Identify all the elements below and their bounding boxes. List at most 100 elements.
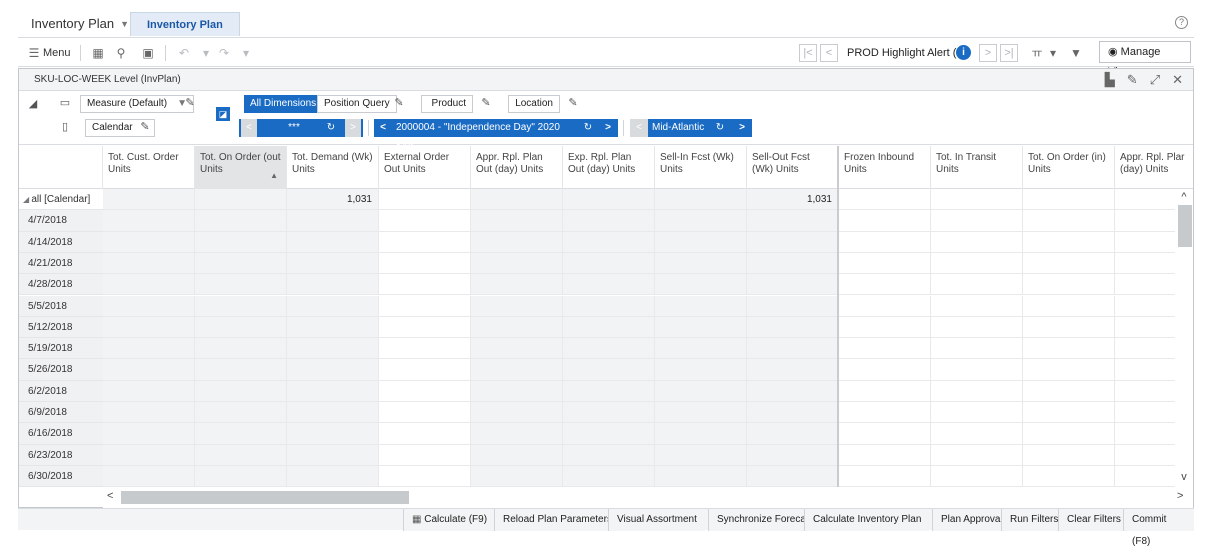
grid-cell[interactable]: [1023, 338, 1115, 360]
column-header[interactable]: Sell-Out Fcst (Wk) Units: [747, 146, 839, 189]
collapse-triangle-icon[interactable]: ◢: [25, 96, 41, 112]
grid-cell[interactable]: [655, 295, 747, 317]
location-edit-icon[interactable]: ✎: [565, 95, 581, 111]
grid-cell[interactable]: [471, 231, 563, 253]
edit-icon[interactable]: ✎: [1127, 72, 1138, 88]
grid-cell[interactable]: [195, 380, 287, 402]
vertical-scrollbar[interactable]: ^ v: [1175, 189, 1193, 487]
location-chip[interactable]: Location: [508, 95, 560, 113]
calendar-reset-icon[interactable]: ↻: [323, 119, 339, 137]
grid-cell[interactable]: [471, 295, 563, 317]
grid-cell[interactable]: [103, 316, 195, 339]
grid-cell[interactable]: [655, 316, 747, 339]
grid-cell[interactable]: [931, 380, 1023, 402]
grid-cell[interactable]: [471, 210, 563, 232]
redo-icon[interactable]: ↷: [216, 45, 232, 61]
grid-cell[interactable]: [931, 252, 1023, 275]
scroll-up-icon[interactable]: ^: [1178, 191, 1190, 203]
grid-cell[interactable]: [747, 274, 839, 296]
column-header[interactable]: Exp. Rpl. Plan Out (day) Units: [563, 146, 655, 189]
product-edit-icon[interactable]: ✎: [478, 95, 494, 111]
grid-cell[interactable]: [1023, 444, 1115, 466]
grid-cell[interactable]: [195, 359, 287, 381]
grid-cell[interactable]: [379, 231, 471, 253]
grid-cell[interactable]: [563, 423, 655, 445]
action-button-commit-f8[interactable]: Commit (F8): [1123, 509, 1194, 547]
last-alert-icon[interactable]: >|: [1000, 44, 1018, 62]
grid-cell[interactable]: [471, 189, 563, 211]
grid-cell[interactable]: [287, 444, 379, 466]
grid-cell[interactable]: [747, 359, 839, 381]
grid-cell[interactable]: [195, 231, 287, 253]
measure-panel-icon[interactable]: ▭: [57, 95, 73, 111]
grid-cell[interactable]: [563, 380, 655, 402]
product-prev-icon[interactable]: <: [374, 119, 392, 137]
grid-cell[interactable]: [471, 465, 563, 487]
scroll-left-icon[interactable]: <: [107, 490, 113, 502]
grid-cell[interactable]: [655, 231, 747, 253]
action-button-reload-plan-parameters[interactable]: Reload Plan Parameters: [494, 509, 620, 531]
product-reset-icon[interactable]: ↻: [580, 119, 596, 137]
grid-cell[interactable]: [471, 252, 563, 275]
grid-cell[interactable]: [1023, 210, 1115, 232]
grid-cell[interactable]: [103, 189, 195, 211]
grid-cell[interactable]: [563, 274, 655, 296]
product-next-icon[interactable]: >: [600, 119, 616, 137]
product-chip[interactable]: Product: [421, 95, 473, 113]
calendar-next-icon[interactable]: >: [345, 119, 361, 137]
grid-cell[interactable]: [747, 210, 839, 232]
grid-cell[interactable]: [287, 423, 379, 445]
grid-cell[interactable]: [379, 465, 471, 487]
grid-cell[interactable]: [103, 210, 195, 232]
grid-cell[interactable]: [931, 444, 1023, 466]
grid-cell[interactable]: [931, 274, 1023, 296]
manage-views-button[interactable]: ◉ Manage Views: [1099, 41, 1191, 78]
row-label-all-calendar[interactable]: ◢ all [Calendar]: [19, 189, 103, 211]
grid-cell[interactable]: [563, 465, 655, 487]
first-alert-icon[interactable]: |<: [799, 44, 817, 62]
grid-cell[interactable]: [747, 402, 839, 424]
row-label-week[interactable]: 4/21/2018: [19, 252, 103, 275]
grid-cell[interactable]: [563, 252, 655, 275]
grid-cell[interactable]: [195, 402, 287, 424]
grid-cell[interactable]: [839, 274, 931, 296]
grid-cell[interactable]: [471, 338, 563, 360]
row-label-week[interactable]: 5/19/2018: [19, 338, 103, 360]
grid-cell[interactable]: [747, 380, 839, 402]
grid-cell[interactable]: [839, 189, 931, 211]
grid-cell[interactable]: [655, 252, 747, 275]
row-label-week[interactable]: 6/23/2018: [19, 444, 103, 466]
grid-cell[interactable]: [379, 189, 471, 211]
column-header[interactable]: Appr. Rpl. Plan Out (day) Units: [471, 146, 563, 189]
grid-cell[interactable]: [839, 380, 931, 402]
action-button-run-filters[interactable]: Run Filters: [1001, 509, 1067, 531]
location-reset-icon[interactable]: ↻: [712, 119, 728, 137]
grid-cell[interactable]: [103, 231, 195, 253]
undo-dropdown-icon[interactable]: ▾: [198, 45, 214, 61]
grid-cell[interactable]: [655, 359, 747, 381]
grid-cell[interactable]: [471, 444, 563, 466]
grid-cell[interactable]: [1023, 274, 1115, 296]
grid-cell[interactable]: [287, 359, 379, 381]
grid-cell[interactable]: [747, 423, 839, 445]
grid-cell[interactable]: [1023, 295, 1115, 317]
grid-cell[interactable]: [655, 423, 747, 445]
grid-cell[interactable]: [1023, 402, 1115, 424]
grid-cell[interactable]: [563, 402, 655, 424]
grid-cell[interactable]: [747, 338, 839, 360]
grid-cell[interactable]: [563, 210, 655, 232]
grid-cell[interactable]: [931, 359, 1023, 381]
close-icon[interactable]: ✕: [1172, 72, 1183, 88]
grid-cell[interactable]: [931, 338, 1023, 360]
grid-cell[interactable]: [379, 338, 471, 360]
grid-cell[interactable]: [563, 189, 655, 211]
grid-cell[interactable]: [563, 316, 655, 339]
grid-cell[interactable]: [287, 380, 379, 402]
grid-cell[interactable]: [839, 295, 931, 317]
grid-cell[interactable]: [931, 402, 1023, 424]
column-header[interactable]: Tot. In Transit Units: [931, 146, 1023, 189]
action-button-clear-filters[interactable]: Clear Filters: [1058, 509, 1129, 531]
grid-cell[interactable]: [839, 402, 931, 424]
grid-cell[interactable]: [287, 252, 379, 275]
grid-cell[interactable]: [563, 338, 655, 360]
